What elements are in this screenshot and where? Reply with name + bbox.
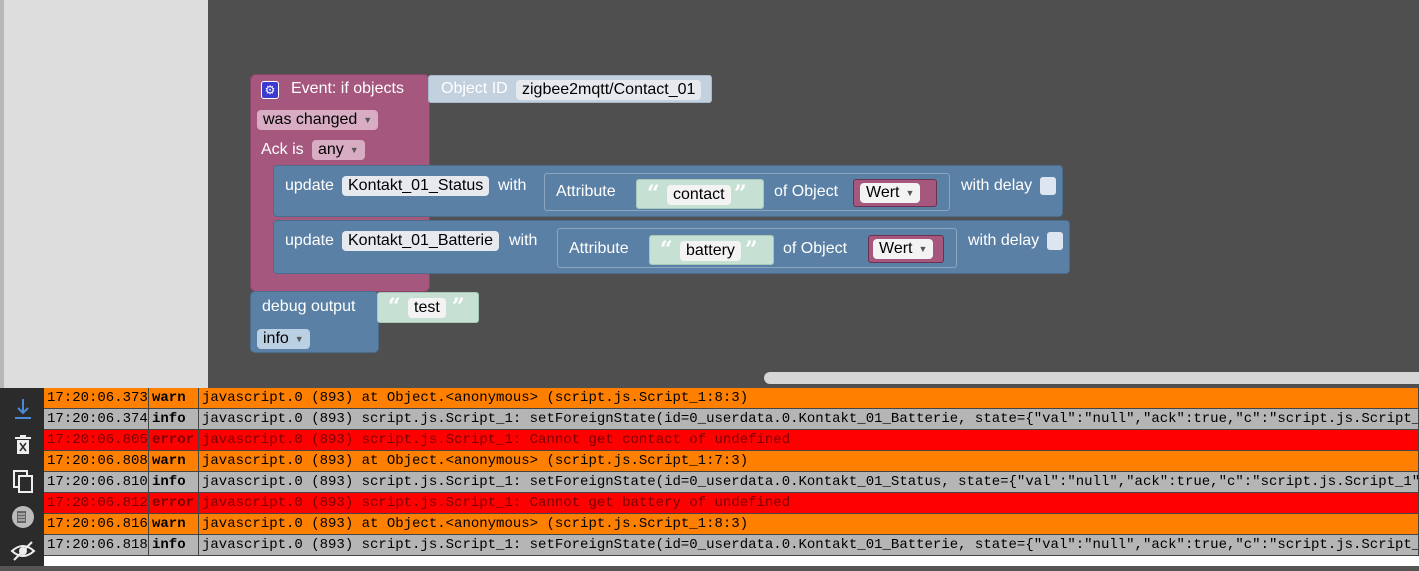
log-severity: warn — [149, 388, 199, 408]
log-toolbar — [0, 388, 44, 566]
log-time: 17:20:06.818 — [44, 535, 149, 555]
of-object-label: of Object — [774, 183, 839, 200]
attribute-label: Attribute — [556, 183, 616, 200]
filter-icon[interactable] — [10, 504, 36, 530]
gear-icon[interactable]: ⚙ — [261, 81, 279, 99]
text-value-contact[interactable]: contact — [667, 185, 731, 205]
log-message: javascript.0 (893) script.js.Script_1: s… — [199, 535, 1419, 555]
log-time: 17:20:06.808 — [44, 451, 149, 471]
with-delay-label: with delay — [968, 232, 1040, 249]
wert-value: Wert — [866, 184, 900, 201]
trigger-dropdown[interactable]: was changed ▼ — [257, 110, 379, 130]
chevron-down-icon: ▼ — [294, 334, 304, 344]
with-label: with — [509, 232, 538, 249]
copy-icon[interactable] — [10, 468, 36, 494]
debug-level-dropdown[interactable]: info ▼ — [257, 329, 310, 349]
wert-dropdown[interactable]: Wert ▼ — [873, 239, 934, 259]
open-quote-icon: “ — [388, 294, 401, 320]
trigger-value: was changed — [263, 111, 358, 128]
log-row[interactable]: 17:20:06.374 info javascript.0 (893) scrip… — [44, 409, 1419, 430]
chevron-down-icon: ▼ — [905, 188, 915, 198]
log-severity: info — [149, 409, 199, 429]
log-severity: info — [149, 535, 199, 555]
ack-value: any — [318, 141, 344, 158]
wert-value: Wert — [879, 240, 913, 257]
object-id-block[interactable]: Object ID zigbee2mqtt/Contact_01 — [428, 75, 712, 103]
wert-dropdown[interactable]: Wert ▼ — [860, 183, 921, 203]
blockly-toolbox[interactable] — [4, 0, 208, 388]
open-quote-icon: “ — [660, 237, 673, 263]
log-row[interactable]: 17:20:06.805 error javascript.0 (893) scri… — [44, 430, 1419, 451]
debug-level-value: info — [263, 330, 289, 347]
log-time: 17:20:06.810 — [44, 472, 149, 492]
hide-icon[interactable] — [10, 538, 36, 564]
with-delay-checkbox[interactable] — [1040, 177, 1056, 195]
open-quote-icon: “ — [647, 181, 660, 207]
log-severity: error — [149, 430, 199, 450]
wert-block[interactable]: Wert ▼ — [853, 179, 937, 207]
wert-block[interactable]: Wert ▼ — [868, 235, 944, 263]
chevron-down-icon: ▼ — [349, 145, 359, 155]
text-value-battery[interactable]: battery — [680, 241, 741, 261]
trash-icon[interactable] — [10, 432, 36, 458]
workspace-horizontal-scrollbar[interactable] — [764, 372, 1419, 384]
object-id-field[interactable]: zigbee2mqtt/Contact_01 — [516, 80, 702, 100]
chevron-down-icon: ▼ — [918, 244, 928, 254]
log-row[interactable]: 17:20:06.373 warn javascript.0 (893) at Ob… — [44, 388, 1419, 409]
log-message: javascript.0 (893) script.js.Script_1: s… — [199, 409, 1419, 429]
debug-output-block[interactable]: debug output info ▼ — [250, 291, 379, 353]
debug-label: debug output — [262, 298, 356, 315]
log-severity: info — [149, 472, 199, 492]
log-message: javascript.0 (893) at Object.<anonymous>… — [199, 388, 1419, 408]
log-time: 17:20:06.805 — [44, 430, 149, 450]
with-delay-label: with delay — [961, 177, 1033, 194]
log-message: javascript.0 (893) at Object.<anonymous>… — [199, 514, 1419, 534]
log-severity: error — [149, 493, 199, 513]
log-table[interactable]: 17:20:06.373 warn javascript.0 (893) at Ob… — [44, 388, 1419, 566]
update-block-batterie[interactable]: update Kontakt_01_Batterie with Attribut… — [273, 220, 1070, 274]
log-message: javascript.0 (893) script.js.Script_1: C… — [199, 430, 1419, 450]
log-row[interactable]: 17:20:06.812 error javascript.0 (893) scri… — [44, 493, 1419, 514]
text-value-test[interactable]: test — [408, 298, 446, 318]
log-row[interactable]: 17:20:06.810 info javascript.0 (893) scrip… — [44, 472, 1419, 493]
close-quote-icon: ” — [734, 181, 747, 207]
chevron-down-icon: ▼ — [363, 115, 373, 125]
object-id-label: Object ID — [441, 80, 508, 97]
update-label: update — [285, 232, 334, 249]
text-block-battery[interactable]: “ battery ” — [649, 235, 774, 265]
log-message: javascript.0 (893) at Object.<anonymous>… — [199, 451, 1419, 471]
with-label: with — [498, 177, 527, 194]
log-row[interactable]: 17:20:06.818 info javascript.0 (893) scrip… — [44, 535, 1419, 556]
update-target-field[interactable]: Kontakt_01_Status — [342, 176, 490, 196]
of-object-label: of Object — [783, 240, 848, 257]
with-delay-checkbox[interactable] — [1047, 232, 1063, 250]
close-quote-icon: ” — [452, 294, 465, 320]
update-target-field[interactable]: Kontakt_01_Batterie — [342, 231, 499, 251]
log-row[interactable]: 17:20:06.808 warn javascript.0 (893) at Ob… — [44, 451, 1419, 472]
text-block-contact[interactable]: “ contact ” — [636, 179, 764, 209]
event-title: Event: if objects — [291, 80, 404, 97]
log-row[interactable]: 17:20:06.816 warn javascript.0 (893) at Ob… — [44, 514, 1419, 535]
attribute-block[interactable]: Attribute “ contact ” of Object Wert ▼ — [544, 173, 950, 211]
ack-dropdown[interactable]: any ▼ — [312, 140, 365, 160]
close-quote-icon: ” — [745, 237, 758, 263]
log-message: javascript.0 (893) script.js.Script_1: C… — [199, 493, 1419, 513]
update-block-status[interactable]: update Kontakt_01_Status with Attribute … — [273, 165, 1063, 217]
log-severity: warn — [149, 514, 199, 534]
scroll-down-icon[interactable] — [10, 396, 36, 422]
update-label: update — [285, 177, 334, 194]
log-time: 17:20:06.816 — [44, 514, 149, 534]
log-time: 17:20:06.373 — [44, 388, 149, 408]
log-time: 17:20:06.812 — [44, 493, 149, 513]
log-time: 17:20:06.374 — [44, 409, 149, 429]
log-severity: warn — [149, 451, 199, 471]
log-message: javascript.0 (893) script.js.Script_1: s… — [199, 472, 1419, 492]
ack-label: Ack is — [261, 141, 304, 158]
attribute-label: Attribute — [569, 240, 629, 257]
attribute-block[interactable]: Attribute “ battery ” of Object Wert ▼ — [557, 228, 957, 268]
text-block-test[interactable]: “ test ” — [377, 292, 479, 323]
